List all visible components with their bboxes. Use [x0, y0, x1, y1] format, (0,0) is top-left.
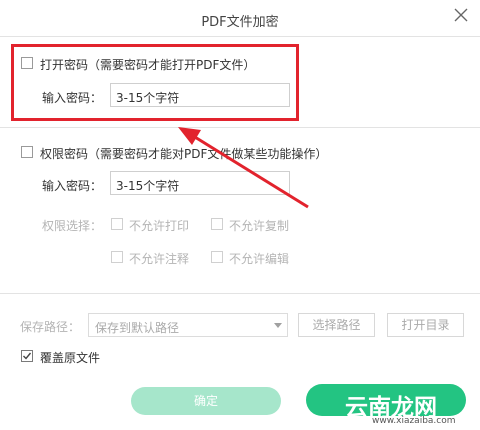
annotation-arrow-icon: [178, 127, 309, 209]
